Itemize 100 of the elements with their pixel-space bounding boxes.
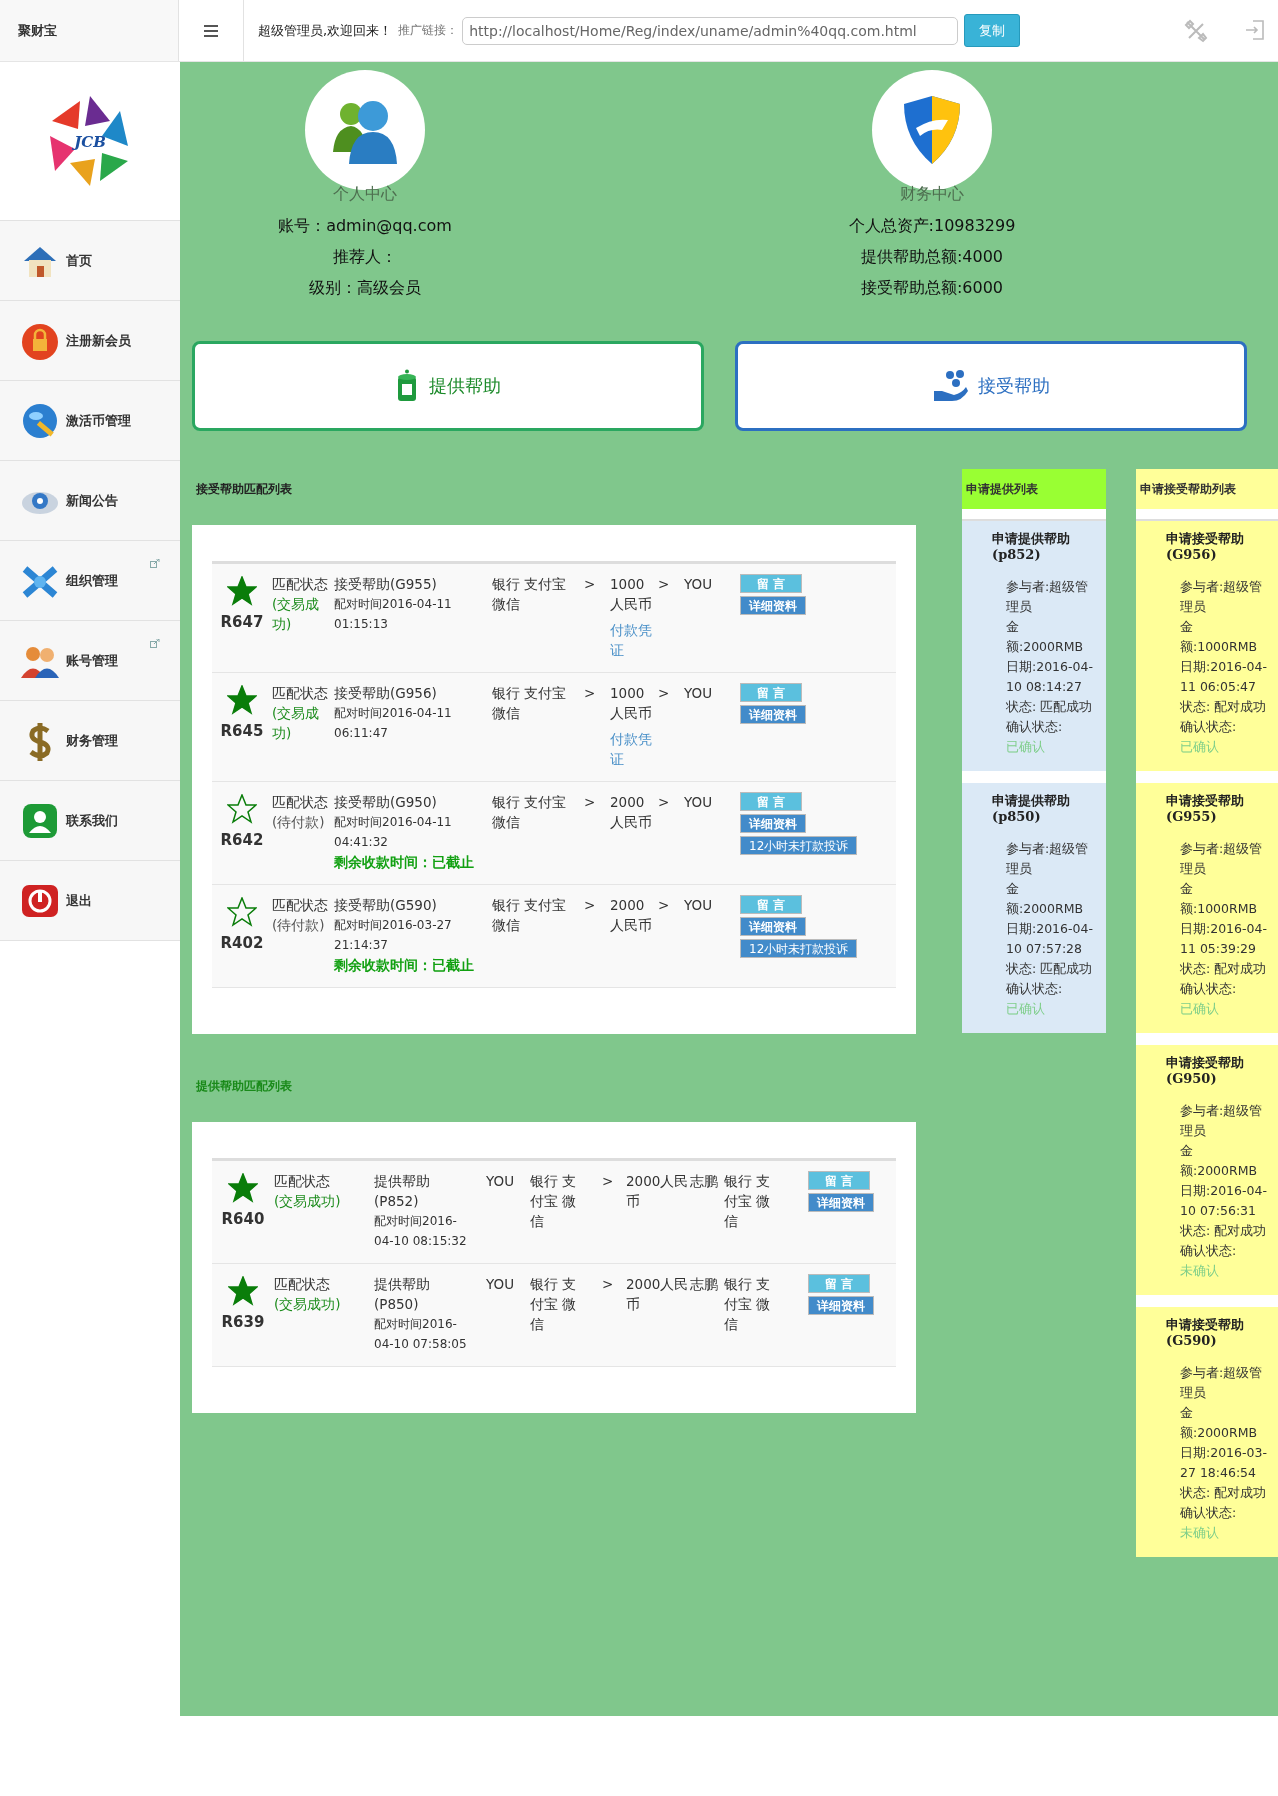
payment-methods: 银行 支 <box>530 1172 577 1191</box>
match-time: 配对时间2016-04-11 01:15:13 <box>334 596 453 633</box>
request-title: 申请提供帮助(p852) <box>992 531 1071 563</box>
request-amount: 金额:2000RMB <box>1006 618 1085 656</box>
sidebar-label: 新闻公告 <box>66 491 118 510</box>
deadline-text: 剩余收款时间：已截止 <box>334 853 474 872</box>
welcome-text: 超级管理员,欢迎回来！ <box>258 21 393 40</box>
sidebar-item[interactable]: 联系我们 <box>0 781 180 861</box>
amount-text: 1000人民币 <box>610 575 653 614</box>
info-text: 个人总资产:10983299 <box>848 216 1016 237</box>
payment-methods: 银行 支付宝 <box>492 793 567 812</box>
info-text: 接受帮助总额:6000 <box>860 278 1004 299</box>
message-button[interactable]: 留 言 <box>740 574 802 593</box>
payment-methods: 银行 支 <box>530 1275 577 1294</box>
amount-text: 2000人民币 <box>626 1172 690 1211</box>
request-status: 状态: 配对成功 <box>1180 960 1268 978</box>
confirm-label: 确认状态: <box>1180 1242 1238 1260</box>
link-field[interactable]: http://localhost/Home/Reg/index/uname/admin%40qq.com.html <box>462 16 959 45</box>
status-label: 匹配状态 <box>272 896 328 915</box>
confirm-status: 已确认 <box>1180 738 1220 756</box>
message-button[interactable]: 留 言 <box>740 683 802 702</box>
message-button[interactable]: 留 言 <box>808 1171 870 1190</box>
details-button[interactable]: 详细资料 <box>740 814 806 833</box>
link-label: 推广链接： <box>398 22 459 39</box>
status-label: 匹配状态 <box>272 793 328 812</box>
confirm-label: 确认状态: <box>1180 980 1238 998</box>
receiver-text: 志鹏 <box>690 1275 719 1294</box>
section-heading: 接受帮助匹配列表 <box>196 480 293 498</box>
payment-methods: 微信 <box>492 813 520 832</box>
provide-help-button[interactable]: 提供帮助 <box>192 341 704 431</box>
payment-methods: 信 <box>530 1212 544 1231</box>
match-type: 提供帮助(P852) <box>374 1172 431 1211</box>
sidebar-item[interactable]: 账号管理 <box>0 621 180 701</box>
request-participant: 参与者:超级管理员 <box>1180 1102 1264 1140</box>
request-participant: 参与者:超级管理员 <box>1180 1364 1264 1402</box>
receiver-text: YOU <box>684 684 713 703</box>
payment-methods: 付宝 微 <box>530 1192 577 1211</box>
logo: JCB <box>40 91 140 191</box>
request-status: 状态: 匹配成功 <box>1006 960 1094 978</box>
sidebar-item[interactable]: 新闻公告 <box>0 461 180 541</box>
status-text: (交易成功) <box>274 1295 341 1314</box>
payment-methods: 信 <box>530 1315 544 1334</box>
confirm-status: 未确认 <box>1180 1262 1220 1280</box>
payment-methods: 付宝 微 <box>724 1295 771 1314</box>
status-text: (交易成功) <box>272 595 321 634</box>
complaint-button[interactable]: 12小时未打款投诉 <box>740 939 858 958</box>
request-title: 申请接受帮助(G956) <box>1166 531 1245 563</box>
arrow-text: > <box>658 684 671 703</box>
message-button[interactable]: 留 言 <box>740 792 802 811</box>
complaint-button[interactable]: 12小时未打款投诉 <box>740 836 858 855</box>
proof-link[interactable]: 付款凭证 <box>610 620 658 660</box>
request-participant: 参与者:超级管理员 <box>1006 578 1090 616</box>
payment-methods: 付宝 微 <box>530 1295 577 1314</box>
status-label: 匹配状态 <box>272 684 328 703</box>
request-participant: 参与者:超级管理员 <box>1180 578 1264 616</box>
info-text: 级别：高级会员 <box>309 278 421 299</box>
info-text: 提供帮助总额:4000 <box>860 247 1004 268</box>
details-button[interactable]: 详细资料 <box>808 1296 874 1315</box>
request-participant: 参与者:超级管理员 <box>1180 840 1264 878</box>
match-type: 接受帮助(G956) <box>334 684 437 703</box>
copy-button[interactable]: 复制 <box>964 14 1021 47</box>
status-label: 匹配状态 <box>274 1275 330 1294</box>
status-text: (交易成功) <box>272 704 321 743</box>
sidebar-label: 激活币管理 <box>66 411 131 430</box>
message-button[interactable]: 留 言 <box>740 895 802 914</box>
accept-help-button[interactable]: 接受帮助 <box>735 341 1247 431</box>
sidebar-item[interactable]: 激活币管理 <box>0 381 180 461</box>
request-status: 状态: 配对成功 <box>1180 1484 1268 1502</box>
confirm-status: 未确认 <box>1180 1524 1220 1542</box>
details-button[interactable]: 详细资料 <box>740 596 806 615</box>
request-date: 日期:2016-04-10 07:56:31 <box>1180 1182 1268 1220</box>
match-id: R639 <box>221 1312 265 1332</box>
status-label: 匹配状态 <box>274 1172 330 1191</box>
request-date: 日期:2016-04-11 05:39:29 <box>1180 920 1268 958</box>
arrow-text: > <box>584 684 597 703</box>
request-status: 状态: 配对成功 <box>1180 698 1268 716</box>
info-text: 推荐人： <box>333 247 397 268</box>
confirm-status: 已确认 <box>1006 738 1046 756</box>
details-button[interactable]: 详细资料 <box>740 917 806 936</box>
request-amount: 金额:2000RMB <box>1180 1142 1259 1180</box>
match-time: 配对时间2016-04-11 04:41:32 <box>334 814 453 851</box>
confirm-label: 确认状态: <box>1180 718 1238 736</box>
payment-methods: 银行 支付宝 <box>492 896 567 915</box>
sidebar-item[interactable]: 财务管理 <box>0 701 180 781</box>
info-text: 账号：admin@qq.com <box>278 216 452 237</box>
request-amount: 金额:2000RMB <box>1180 1404 1259 1442</box>
sidebar-item[interactable]: 退出 <box>0 861 180 941</box>
details-button[interactable]: 详细资料 <box>808 1193 874 1212</box>
proof-link[interactable]: 付款凭证 <box>610 729 658 769</box>
match-id: R645 <box>220 721 264 741</box>
sidebar-item[interactable]: 组织管理 <box>0 541 180 621</box>
match-type: 提供帮助(P850) <box>374 1275 431 1314</box>
sidebar-label: 账号管理 <box>66 651 118 670</box>
confirm-label: 确认状态: <box>1006 980 1064 998</box>
details-button[interactable]: 详细资料 <box>740 705 806 724</box>
sidebar-item[interactable]: 首页 <box>0 221 180 301</box>
sidebar-item[interactable]: 注册新会员 <box>0 301 180 381</box>
section-title: 个人中心 <box>333 184 397 205</box>
message-button[interactable]: 留 言 <box>808 1274 870 1293</box>
confirm-label: 确认状态: <box>1006 718 1064 736</box>
